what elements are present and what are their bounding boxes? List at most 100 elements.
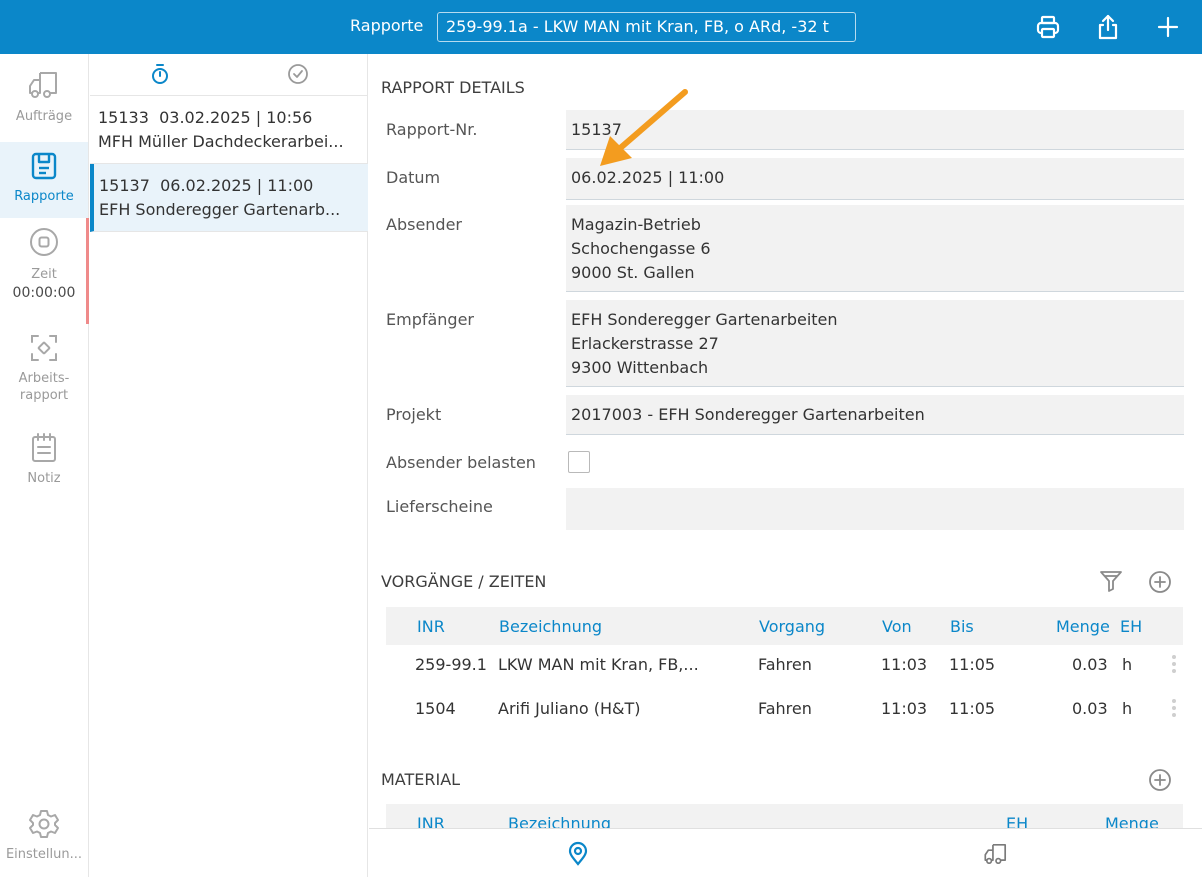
empfaenger-line: 9300 Wittenbach: [571, 358, 709, 377]
cell-inr: 259-99.1: [415, 655, 487, 674]
empfaenger-line: EFH Sonderegger Gartenarbeiten: [571, 310, 838, 329]
add-material-icon[interactable]: [1147, 767, 1173, 793]
nav-item-auftraege[interactable]: Aufträge: [0, 68, 88, 142]
rapport-date: 03.02.2025 | 10:56: [159, 108, 313, 127]
list-item-header: 15137 06.02.2025 | 11:00: [99, 174, 360, 198]
cell-von: 11:03: [881, 655, 928, 674]
table-row[interactable]: 259-99.1 LKW MAN mit Kran, FB,... Fahren…: [386, 645, 1183, 689]
vehicle-select[interactable]: 259-99.1a - LKW MAN mit Kran, FB, o ARd,…: [437, 12, 856, 42]
left-navigation: Aufträge Rapporte Zeit 00:00:00 Arbeits-…: [0, 54, 89, 877]
rapport-date: 06.02.2025 | 11:00: [160, 176, 314, 195]
stopwatch-icon[interactable]: [149, 63, 171, 85]
col-inr: INR: [417, 814, 445, 828]
stop-timer-icon: [30, 228, 58, 256]
cell-bezeichnung: LKW MAN mit Kran, FB,...: [498, 655, 699, 674]
col-von: Von: [882, 617, 912, 636]
col-menge: Menge: [1056, 617, 1110, 636]
section-title-vorgaenge: VORGÄNGE / ZEITEN: [381, 572, 547, 591]
rapport-detail-pane: RAPPORT DETAILS Rapport-Nr. 15137 Datum …: [369, 54, 1202, 828]
timer-indicator-bar: [86, 218, 89, 324]
annotation-arrow: [590, 86, 700, 172]
cell-menge: 0.03: [1072, 655, 1108, 674]
location-pin-icon[interactable]: [565, 841, 591, 867]
nav-label-zeit: Zeit: [31, 267, 57, 282]
gear-icon: [29, 810, 59, 838]
field-projekt[interactable]: 2017003 - EFH Sonderegger Gartenarbeiten: [566, 395, 1184, 435]
top-bar: Rapporte 259-99.1a - LKW MAN mit Kran, F…: [0, 0, 1202, 54]
col-inr: INR: [417, 617, 445, 636]
absender-line: 9000 St. Gallen: [571, 263, 695, 282]
notepad-icon: [32, 433, 56, 462]
rapport-name: MFH Müller Dachdeckerarbei...: [98, 132, 344, 151]
nav-label-rapporte: Rapporte: [14, 189, 74, 204]
col-eh: EH: [1120, 617, 1143, 636]
cell-vorgang: Fahren: [758, 699, 812, 718]
field-absender[interactable]: Magazin-Betrieb Schochengasse 6 9000 St.…: [566, 205, 1184, 292]
nav-item-notiz[interactable]: Notiz: [0, 432, 88, 496]
nav-label-auftraege: Aufträge: [15, 109, 73, 124]
nav-label-notiz: Notiz: [27, 471, 61, 486]
field-lieferscheine[interactable]: [566, 488, 1184, 530]
label-lieferscheine: Lieferscheine: [386, 497, 493, 516]
cell-eh: h: [1122, 655, 1133, 674]
list-filter-header: [90, 54, 368, 96]
nav-label-einstellungen: Einstellun...: [5, 847, 83, 862]
check-circle-icon[interactable]: [287, 63, 309, 85]
nav-item-arbeitsrapport[interactable]: Arbeits- rapport: [0, 332, 88, 416]
label-rapport-nr: Rapport-Nr.: [386, 120, 478, 139]
col-menge: Menge: [1105, 814, 1159, 828]
field-empfaenger[interactable]: EFH Sonderegger Gartenarbeiten Erlackers…: [566, 300, 1184, 387]
row-menu-icon[interactable]: [1172, 655, 1176, 676]
rapport-list: 15133 03.02.2025 | 10:56 MFH Müller Dach…: [90, 54, 368, 877]
nav-item-zeit[interactable]: Zeit 00:00:00: [0, 226, 88, 320]
add-vorgang-icon[interactable]: [1147, 569, 1173, 595]
empfaenger-line: Erlackerstrasse 27: [571, 334, 719, 353]
rapport-name: EFH Sonderegger Gartenarb...: [99, 200, 341, 219]
absender-line: Schochengasse 6: [571, 239, 711, 258]
report-icon: [31, 152, 57, 180]
section-title-details: RAPPORT DETAILS: [381, 78, 525, 97]
cell-vorgang: Fahren: [758, 655, 812, 674]
label-absender-belasten: Absender belasten: [386, 453, 536, 472]
rapport-number: 15133: [98, 108, 149, 127]
label-absender: Absender: [386, 215, 462, 234]
cell-inr: 1504: [415, 699, 456, 718]
timer-value: 00:00:00: [12, 285, 76, 301]
nav-item-einstellungen[interactable]: Einstellun...: [0, 808, 88, 874]
truck-icon: [29, 72, 57, 98]
label-empfaenger: Empfänger: [386, 310, 475, 329]
nav-label-arbeitsrapport-1: Arbeits-: [18, 371, 70, 386]
nav-label-arbeitsrapport-2: rapport: [19, 388, 69, 403]
list-item-selected[interactable]: 15137 06.02.2025 | 11:00 EFH Sonderegger…: [90, 164, 368, 232]
filter-icon[interactable]: [1098, 568, 1124, 594]
projekt-value: 2017003 - EFH Sonderegger Gartenarbeiten: [571, 405, 925, 424]
cell-bis: 11:05: [949, 655, 996, 674]
row-menu-icon[interactable]: [1172, 699, 1176, 720]
print-icon[interactable]: [1034, 13, 1062, 41]
rapport-number: 15137: [99, 176, 150, 195]
section-title-material: MATERIAL: [381, 770, 461, 789]
vorgaenge-table-header: INR Bezeichnung Vorgang Von Bis Menge EH: [386, 607, 1183, 645]
table-row[interactable]: 1504 Arifi Juliano (H&T) Fahren 11:03 11…: [386, 689, 1183, 733]
material-table-header: INR Bezeichnung EH Menge: [386, 804, 1183, 828]
add-icon[interactable]: [1154, 13, 1182, 41]
cell-bis: 11:05: [949, 699, 996, 718]
col-vorgang: Vorgang: [759, 617, 826, 636]
cell-eh: h: [1122, 699, 1133, 718]
cell-von: 11:03: [881, 699, 928, 718]
col-bezeichnung: Bezeichnung: [499, 617, 603, 636]
list-item[interactable]: 15133 03.02.2025 | 10:56 MFH Müller Dach…: [90, 96, 368, 164]
truck-icon[interactable]: [982, 841, 1008, 867]
absender-belasten-checkbox[interactable]: [568, 451, 590, 473]
scan-icon: [31, 335, 57, 361]
col-bezeichnung: Bezeichnung: [508, 814, 612, 828]
absender-line: Magazin-Betrieb: [571, 215, 701, 234]
bottom-bar: [369, 828, 1202, 877]
nav-item-rapporte[interactable]: Rapporte: [0, 142, 88, 218]
label-datum: Datum: [386, 168, 441, 187]
list-item-header: 15133 03.02.2025 | 10:56: [98, 106, 360, 130]
share-icon[interactable]: [1094, 13, 1122, 41]
col-eh: EH: [1006, 814, 1029, 828]
page-title: Rapporte: [350, 16, 424, 35]
cell-bezeichnung: Arifi Juliano (H&T): [498, 699, 641, 718]
